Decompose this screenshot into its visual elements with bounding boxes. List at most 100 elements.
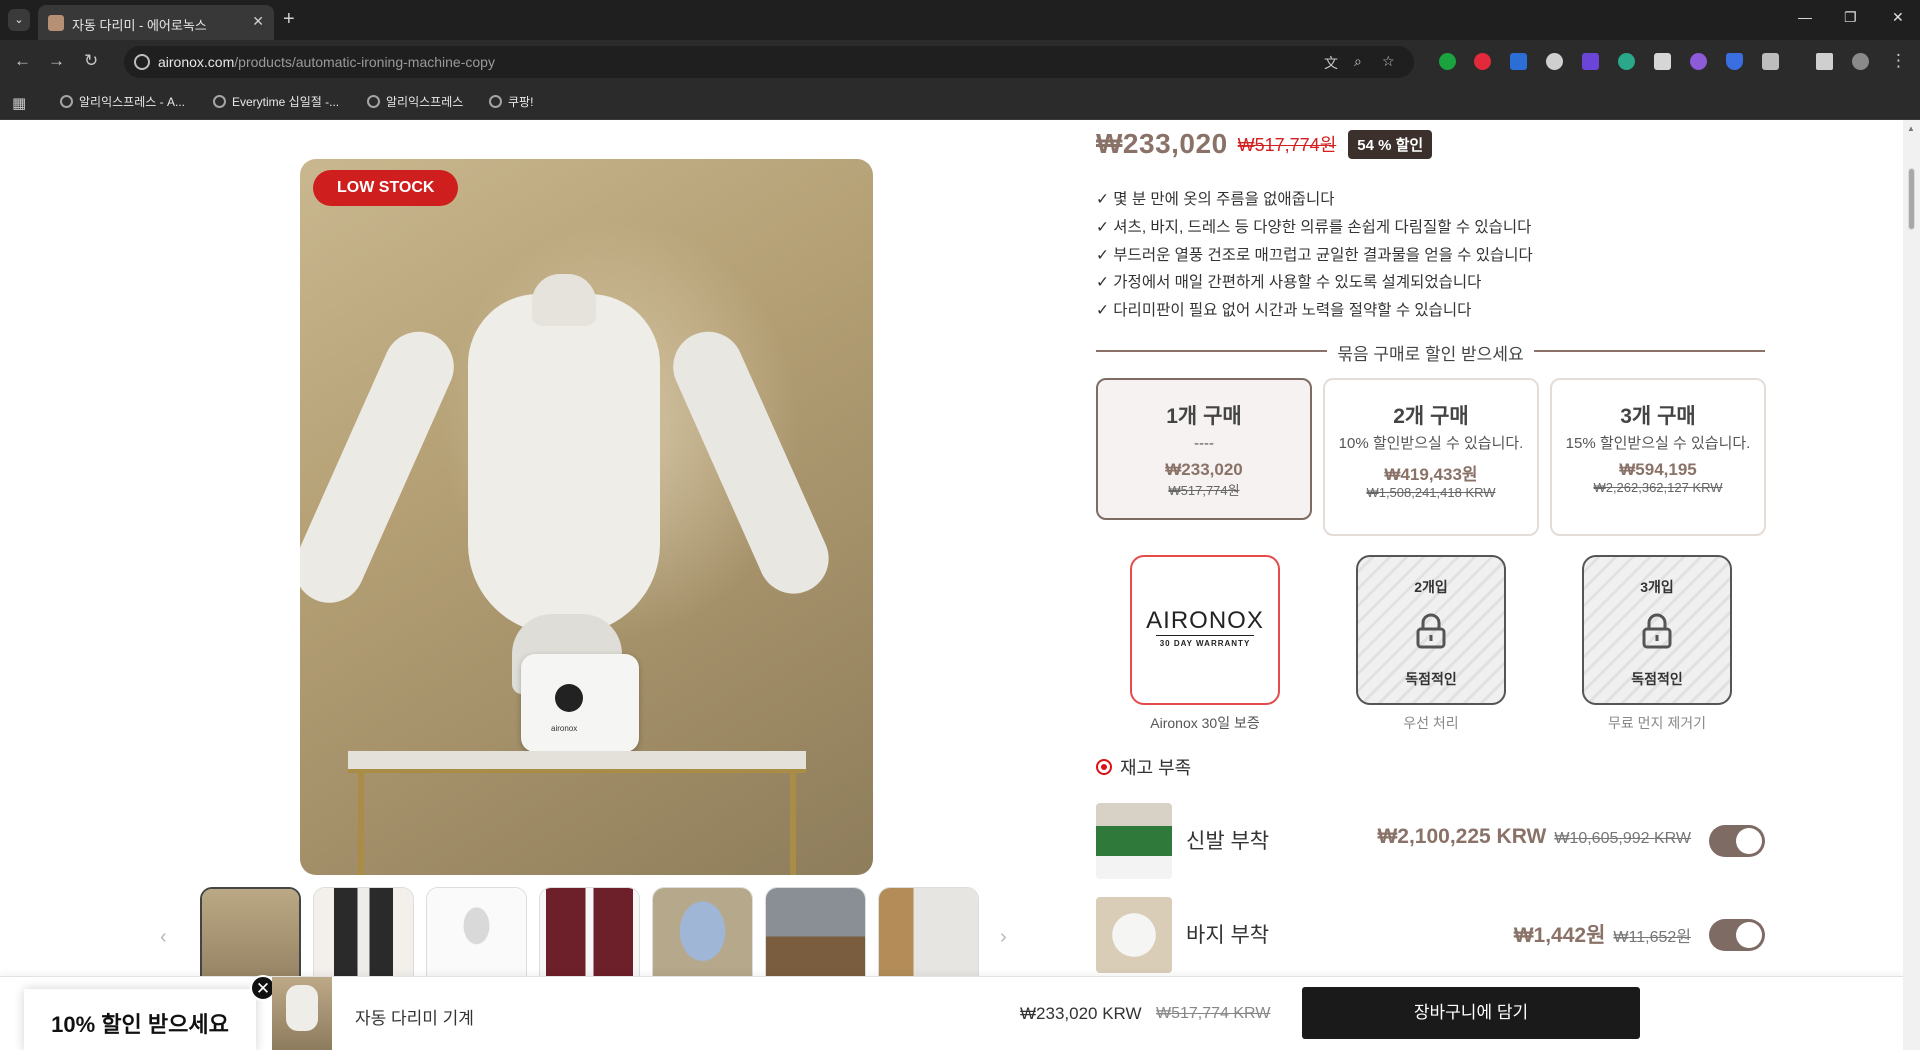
machine-base: aironox [521,654,639,752]
warranty-card: AIRONOX 30 DAY WARRANTY [1130,555,1280,705]
scrollbar-thumb[interactable] [1908,168,1915,230]
extension-u-icon[interactable] [1654,53,1671,70]
profile-avatar[interactable] [1852,53,1869,70]
bundle-title: 2개 구매 [1393,405,1469,428]
browser-tab-bar: ⌄ 자동 다리미 - 에어로녹스 ✕ + — ❐ ✕ [0,0,1920,40]
url-text[interactable]: aironox.com/products/automatic-ironing-m… [158,54,495,70]
gift-tier-label: 2개입 [1414,579,1448,595]
new-tab-button[interactable]: + [283,8,295,31]
bundle-option-2[interactable]: 2개 구매 10% 할인받으실 수 있습니다. ₩419,433원 ₩1,508… [1323,378,1539,536]
bookmark-item[interactable]: Everytime 십일절 -... [213,93,339,110]
gift-locked-3: 3개입 독점적인 무료 먼지 제거기 [1582,555,1732,733]
bookmarks-bar: ▦ 알리익스프레스 - A... Everytime 십일절 -... 알리익스… [0,84,1920,120]
addon-old-price: ₩10,605,992 KRW [1554,830,1691,847]
bookmark-item[interactable]: 쿠팡! [489,93,533,110]
address-bar[interactable]: aironox.com/products/automatic-ironing-m… [124,46,1414,78]
lock-icon [1642,613,1672,649]
gift-warranty: AIRONOX 30 DAY WARRANTY Aironox 30일 보증 [1130,555,1280,733]
bundle-subtitle: 15% 할인받으실 수 있습니다. [1565,435,1751,452]
gift-tier-label: 3개입 [1640,579,1674,595]
bundle-title: 1개 구매 [1166,405,1242,428]
bookmark-star-icon[interactable]: ☆ [1382,53,1395,70]
low-stock-badge: LOW STOCK [313,170,459,206]
extension-green-icon[interactable] [1439,53,1456,70]
tab-title: 자동 다리미 - 에어로녹스 [72,18,207,33]
zoom-icon[interactable]: ⌕ [1354,53,1362,70]
download-icon[interactable] [1816,53,1833,70]
discount-promo-popup[interactable]: 10% 할인 받으세요 [24,989,256,1050]
addon-pants-attachment: 바지 부착 ₩1,442원 ₩11,652원 [1096,897,1765,973]
current-price: ₩233,020 [1096,128,1228,159]
extension-purple-icon[interactable] [1582,53,1599,70]
bundle-option-1[interactable]: 1개 구매 ---- ₩233,020 ₩517,774원 [1096,378,1312,520]
addon-name: 신발 부착 [1186,830,1270,853]
bundle-old-price: ₩517,774원 [1168,483,1240,498]
shirt-sleeve-left [300,320,465,614]
sticky-price: ₩233,020 KRW [1020,1004,1142,1023]
minimize-icon[interactable]: — [1798,9,1812,25]
globe-icon [60,95,73,108]
globe-icon [367,95,380,108]
stock-status-text: 재고 부족 [1120,758,1192,778]
bookmark-item[interactable]: 알리익스프레스 [367,93,463,110]
gift-locked-2: 2개입 독점적인 우선 처리 [1356,555,1506,733]
globe-icon [489,95,502,108]
back-icon[interactable]: ← [14,51,31,71]
feature-list: ✓ 몇 분 만에 옷의 주름을 없애줍니다 ✓ 셔츠, 바지, 드레스 등 다양… [1096,186,1533,325]
browser-menu-icon[interactable]: ⋮ [1890,51,1907,71]
sticky-cart-bar: 10% 할인 받으세요 ✕ 자동 다리미 기계 ₩233,020 KRW ₩51… [0,975,1903,1050]
bookmark-item[interactable]: 알리익스프레스 - A... [60,93,185,110]
tab-search-icon[interactable]: ⌄ [8,9,30,31]
feature-item: ✓ 부드러운 열풍 건조로 매끄럽고 균일한 결과물을 얻을 수 있습니다 [1096,246,1533,264]
table-image [348,751,806,773]
bundle-option-3[interactable]: 3개 구매 15% 할인받으실 수 있습니다. ₩594,195 ₩2,262,… [1550,378,1766,536]
window-close-icon[interactable]: ✕ [1892,9,1904,26]
product-main-image[interactable]: aironox LOW STOCK [300,159,873,875]
addon-toggle[interactable] [1709,919,1765,951]
add-to-cart-button[interactable]: 장바구니에 담기 [1302,987,1640,1039]
addon-price: ₩1,442원 [1513,924,1606,947]
extension-gear-icon[interactable] [1690,53,1707,70]
page-scrollbar[interactable]: ▲ [1903,120,1920,1050]
addon-toggle[interactable] [1709,825,1765,857]
feature-item: ✓ 몇 분 만에 옷의 주름을 없애줍니다 [1096,191,1335,208]
active-tab[interactable]: 자동 다리미 - 에어로녹스 ✕ [38,5,274,40]
gallery-prev-arrow-icon[interactable]: ‹ [160,926,167,949]
translate-icon[interactable]: 文 [1324,53,1338,73]
shield-icon[interactable] [1726,53,1743,70]
price-row: ₩233,020 ₩517,774원 54 % 할인 [1096,128,1433,160]
apps-grid-icon[interactable]: ▦ [12,94,26,112]
bundle-subtitle: 10% 할인받으실 수 있습니다. [1338,435,1524,452]
original-price: ₩517,774원 [1237,135,1337,155]
gift-caption: 무료 먼지 제거기 [1608,715,1706,731]
gift-caption: Aironox 30일 보증 [1150,715,1260,731]
stock-indicator-icon [1096,759,1112,775]
extensions-puzzle-icon[interactable] [1762,53,1779,70]
sticky-old-price: ₩517,774 KRW [1156,1005,1271,1022]
locked-gift-card: 2개입 독점적인 [1356,555,1506,705]
shoe-attachment-image [1096,803,1172,879]
tab-close-icon[interactable]: ✕ [252,13,264,30]
site-favicon [48,15,64,31]
gallery-next-arrow-icon[interactable]: › [1000,926,1007,949]
reload-icon[interactable]: ↻ [84,51,98,71]
extension-blue-icon[interactable] [1510,53,1527,70]
warranty-label: 30 DAY WARRANTY [1159,639,1251,648]
scroll-up-icon[interactable]: ▲ [1907,124,1915,133]
restore-icon[interactable]: ❐ [1844,9,1857,26]
globe-extension-icon[interactable] [1546,53,1563,70]
bundle-heading: 묶음 구매로 할인 받으세요 [1096,338,1765,364]
bundle-price: ₩233,020 [1165,460,1243,479]
pinterest-icon[interactable] [1474,53,1491,70]
feature-item: ✓ 셔츠, 바지, 드레스 등 다양한 의류를 손쉽게 다림질할 수 있습니다 [1096,218,1532,236]
gift-lock-label: 독점적인 [1405,671,1457,687]
addon-shoe-attachment: 신발 부착 ₩2,100,225 KRW ₩10,605,992 KRW [1096,803,1765,879]
forward-icon[interactable]: → [48,51,65,71]
page-content: aironox LOW STOCK ‹ › ₩233,020 ₩517,774원… [0,120,1920,1050]
addon-name: 바지 부착 [1186,924,1270,947]
gift-caption: 우선 처리 [1403,715,1459,731]
grammarly-icon[interactable] [1618,53,1635,70]
gift-lock-label: 독점적인 [1631,671,1683,687]
site-info-icon[interactable] [134,54,150,70]
bundle-title: 3개 구매 [1620,405,1696,428]
